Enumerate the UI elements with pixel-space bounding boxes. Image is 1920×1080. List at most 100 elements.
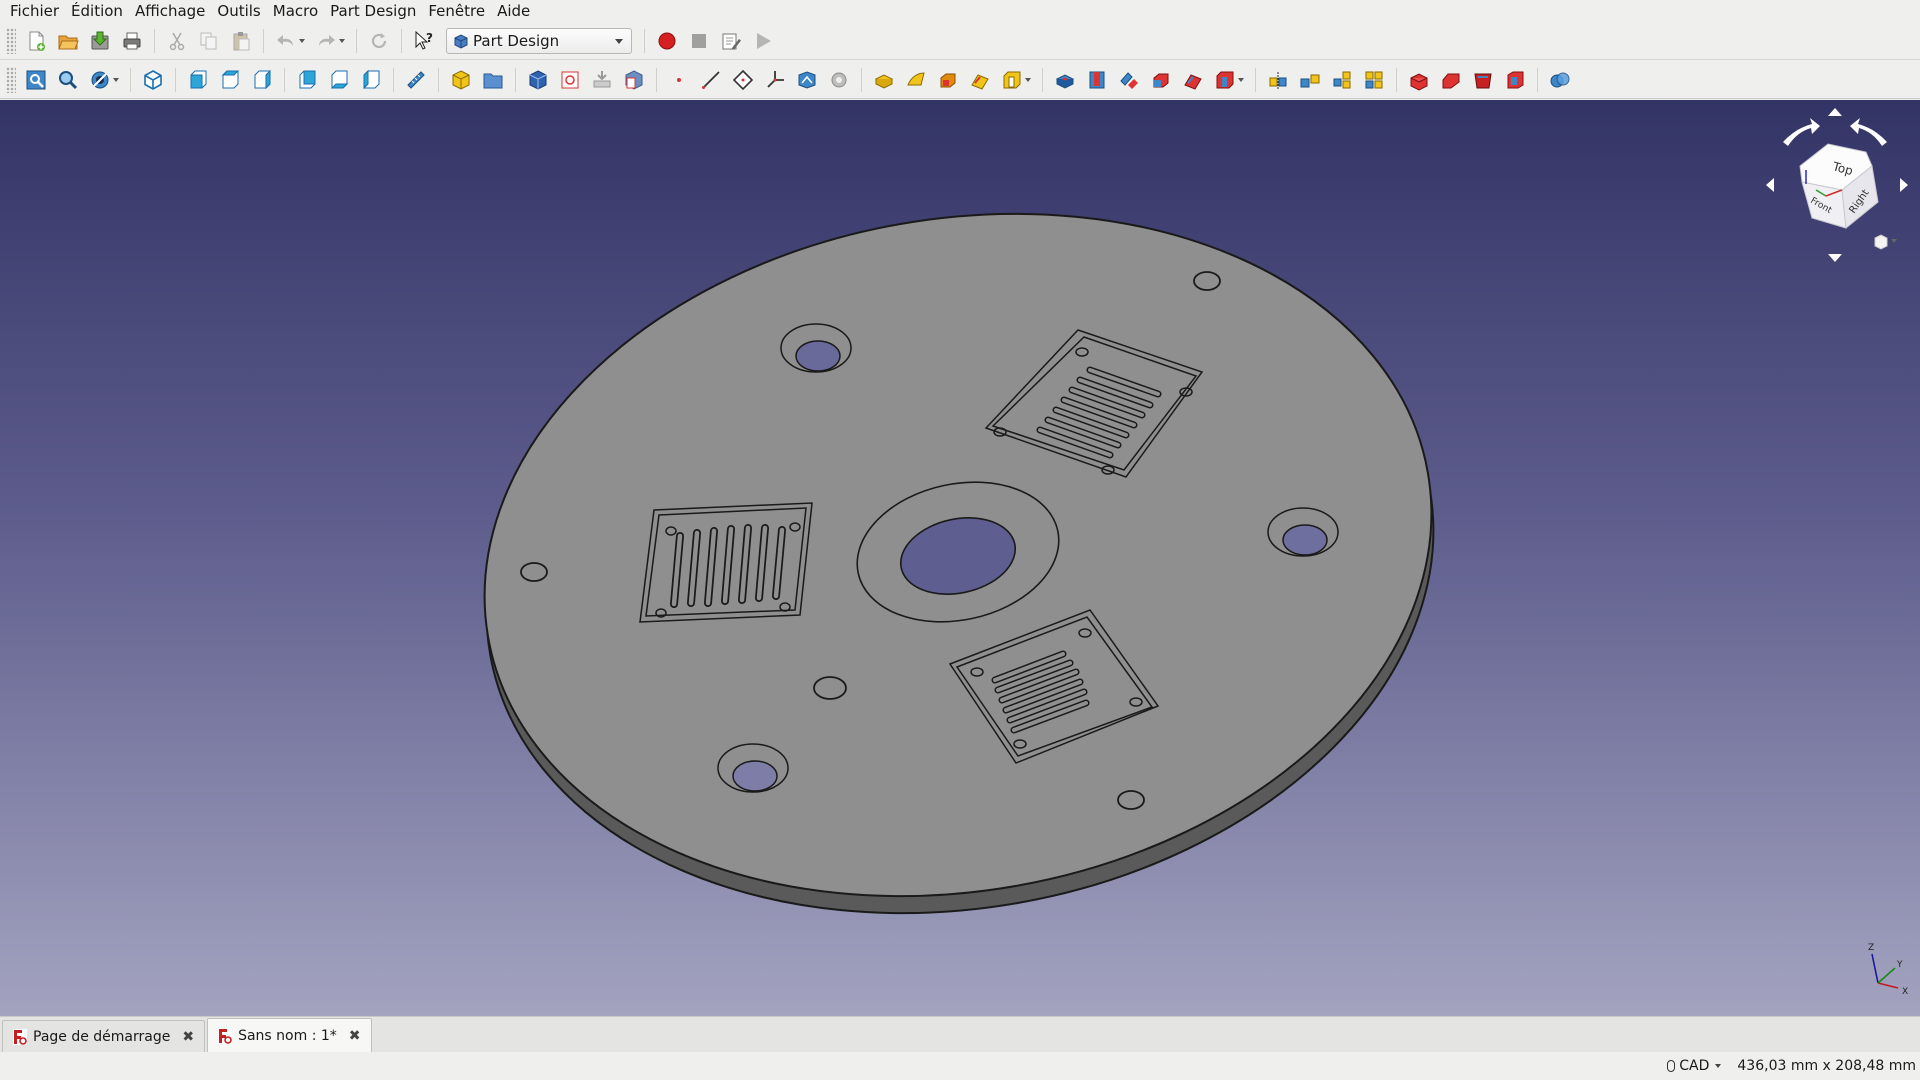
view-left-button[interactable] [356,65,386,95]
separator [1255,67,1256,92]
redo-dropdown-arrow[interactable] [338,39,346,43]
subtractive-pipe-button[interactable] [1178,65,1208,95]
tab-start-page[interactable]: Page de démarrage ✖ [2,1020,206,1052]
view-bottom-button[interactable] [324,65,354,95]
menu-macro[interactable]: Macro [267,0,324,22]
paste-button[interactable] [226,26,256,56]
navigation-cube[interactable]: Top Front Right [1750,104,1920,264]
view-rear-button[interactable] [292,65,322,95]
measure-button[interactable] [401,65,431,95]
additive-loft-button[interactable] [933,65,963,95]
new-document-button[interactable] [21,26,51,56]
clone-button[interactable] [824,65,854,95]
nav-left-arrow-icon[interactable] [1766,178,1774,192]
nav-right-arrow-icon[interactable] [1900,178,1908,192]
pad-button[interactable] [869,65,899,95]
cut-button[interactable] [162,26,192,56]
datum-plane-button[interactable] [728,65,758,95]
chamfer-button[interactable] [1436,65,1466,95]
undo-button[interactable] [271,26,301,56]
revolution-button[interactable] [901,65,931,95]
workbench-selector[interactable]: Part Design [446,27,632,54]
navigation-style-selector[interactable]: CAD [1667,1058,1722,1074]
view-right-button[interactable] [247,65,277,95]
menu-aide[interactable]: Aide [491,0,536,22]
save-button[interactable] [85,26,115,56]
fit-all-button[interactable] [21,65,51,95]
create-part-button[interactable] [446,65,476,95]
hole-button[interactable] [1082,65,1112,95]
menu-part-design[interactable]: Part Design [324,0,422,22]
linear-pattern-button[interactable] [1295,65,1325,95]
multi-transform-icon [1365,71,1383,88]
macro-edit-button[interactable] [716,26,746,56]
separator [1042,67,1043,92]
create-sketch-button[interactable] [555,65,585,95]
macro-run-button[interactable] [748,26,778,56]
nav-down-arrow-icon[interactable] [1828,254,1842,262]
multi-transform-button[interactable] [1359,65,1389,95]
menu-outils[interactable]: Outils [211,0,266,22]
refresh-button[interactable] [364,26,394,56]
subtractive-primitive-button[interactable] [1210,65,1240,95]
clone-icon [831,72,847,87]
redo-button[interactable] [311,26,341,56]
menu-fichier[interactable]: Fichier [4,0,65,22]
tab-document[interactable]: Sans nom : 1* ✖ [207,1018,372,1052]
boolean-button[interactable] [1545,65,1575,95]
menu-edition[interactable]: Édition [65,0,129,22]
toolbar-grip[interactable] [6,66,16,93]
view-top-button[interactable] [215,65,245,95]
attach-sketch-button[interactable] [587,65,617,95]
save-icon [91,31,109,49]
fillet-button[interactable] [1404,65,1434,95]
additive-pipe-button[interactable] [965,65,995,95]
groove-button[interactable] [1114,65,1144,95]
polar-pattern-button[interactable] [1327,65,1357,95]
fillet-icon [1410,72,1428,91]
create-body-button[interactable] [523,65,553,95]
mirrored-button[interactable] [1263,65,1293,95]
navcube-menu-button[interactable] [1874,234,1897,250]
validate-sketch-button[interactable] [619,65,649,95]
additive-helix-button[interactable] [997,65,1027,95]
draw-style-button[interactable] [85,65,115,95]
shape-binder-button[interactable] [792,65,822,95]
additive-dropdown-arrow[interactable] [1024,78,1032,82]
loft-icon [940,73,956,87]
create-group-button[interactable] [478,65,508,95]
separator [393,67,394,92]
local-cs-button[interactable] [760,65,790,95]
thickness-button[interactable] [1500,65,1530,95]
rotate-right-arrow-icon[interactable] [1850,118,1887,146]
body-icon [529,69,547,90]
toolbar-grip[interactable] [6,27,16,54]
view-front-button[interactable] [183,65,213,95]
3d-viewport[interactable]: Top Front Right Z X Y [0,100,1920,1016]
undo-dropdown-arrow[interactable] [298,39,306,43]
view-isometric-button[interactable] [138,65,168,95]
small-hole [520,562,548,582]
cube-faces[interactable]: Top Front Right [1799,143,1879,229]
draw-style-dropdown-arrow[interactable] [112,78,120,82]
fit-selection-button[interactable] [53,65,83,95]
datum-line-button[interactable] [696,65,726,95]
nav-up-arrow-icon[interactable] [1828,108,1842,116]
draft-button[interactable] [1468,65,1498,95]
copy-button[interactable] [194,26,224,56]
datum-point-button[interactable] [664,65,694,95]
close-icon[interactable]: ✖ [349,1028,361,1044]
macro-stop-button[interactable] [684,26,714,56]
close-icon[interactable]: ✖ [182,1029,194,1045]
model-plate[interactable] [0,100,1920,1016]
subtractive-dropdown-arrow[interactable] [1237,78,1245,82]
whats-this-button[interactable]: ? [409,26,439,56]
open-button[interactable] [53,26,83,56]
menu-affichage[interactable]: Affichage [129,0,211,22]
macro-record-button[interactable] [652,26,682,56]
print-button[interactable] [117,26,147,56]
pocket-button[interactable] [1050,65,1080,95]
menu-fenetre[interactable]: Fenêtre [422,0,491,22]
subtractive-loft-button[interactable] [1146,65,1176,95]
rotate-left-arrow-icon[interactable] [1783,118,1820,146]
